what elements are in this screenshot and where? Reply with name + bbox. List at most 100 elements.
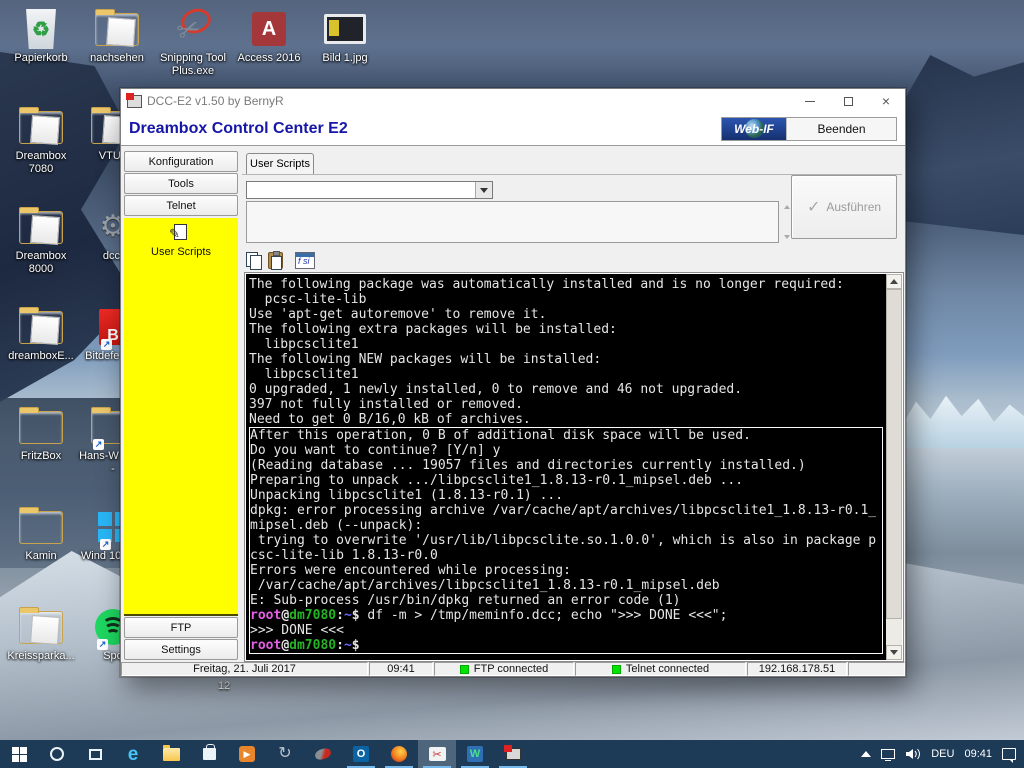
wallpaper-mountain-right: [899, 55, 1024, 235]
status-time: 09:41: [369, 662, 433, 676]
firefox-icon[interactable]: [380, 740, 418, 768]
winscp-icon: W: [467, 746, 483, 762]
cortana-button[interactable]: [38, 740, 76, 768]
copy-icon[interactable]: [246, 252, 262, 268]
terminal-line: mipsel.deb (--unpack):: [250, 518, 882, 533]
task-view-button: [89, 749, 102, 760]
terminal-selection-box: After this operation, 0 B of additional …: [249, 427, 883, 654]
scroll-down-icon[interactable]: [886, 645, 902, 660]
script-icon: ✎: [171, 224, 191, 244]
winscp-icon[interactable]: W: [456, 740, 494, 768]
folder-icon: [19, 604, 63, 650]
terminal-line: trying to overwrite '/usr/lib/libpcsclit…: [250, 533, 882, 548]
script-preview-area[interactable]: [246, 201, 779, 243]
volume-icon[interactable]: [905, 748, 921, 760]
scissors-icon: ✂: [173, 6, 213, 52]
store-icon[interactable]: [190, 740, 228, 768]
desktop-icon-kamin[interactable]: Kamin: [4, 504, 78, 604]
folder-plain-icon: [19, 504, 63, 550]
chevron-down-icon: [480, 188, 488, 193]
desktop-icon-label: FritzBox: [21, 450, 61, 463]
status-ip: 192.168.178.51: [747, 662, 847, 676]
desktop-icon-label: Kamin: [25, 550, 56, 563]
edge-icon[interactable]: e: [114, 740, 152, 768]
refresh-app-icon[interactable]: ↻: [266, 740, 304, 768]
desktop-icon-kreissparka-[interactable]: Kreissparka...: [4, 604, 78, 704]
desktop-icon-papierkorb[interactable]: ♻Papierkorb: [4, 6, 78, 90]
terminal-line: 0 upgraded, 1 newly installed, 0 to remo…: [249, 382, 886, 397]
desktop: ♻Papierkorbnachsehen✂Snipping Tool Plus.…: [0, 0, 1024, 768]
sidebar-button-ftp[interactable]: FTP: [124, 617, 238, 638]
snipping-tool-icon[interactable]: ✂: [418, 740, 456, 768]
terminal-line: Unpacking libpcsclite1 (1.8.13-r0.1) ...: [250, 488, 882, 503]
window-titlebar[interactable]: DCC-E2 v1.50 by BernyR ×: [121, 89, 905, 113]
dropdown-button[interactable]: [475, 182, 492, 198]
store-icon: [203, 748, 216, 760]
language-indicator[interactable]: DEU: [931, 748, 954, 760]
desktop-icon-label: Dreambox 8000: [5, 250, 77, 276]
desktop-icon-label: Access 2016: [238, 52, 301, 65]
beenden-button[interactable]: Beenden: [786, 118, 896, 140]
terminal-text-block: The following package was automatically …: [249, 277, 886, 427]
sidebar-item-user-scripts[interactable]: ✎ User Scripts: [124, 218, 238, 616]
chevron-down-icon: [784, 235, 790, 239]
media-player-icon[interactable]: ▶: [228, 740, 266, 768]
terminal-line: libpcsclite1: [249, 367, 886, 382]
tab-user-scripts[interactable]: User Scripts: [246, 153, 314, 174]
desktop-icon-nachsehen[interactable]: nachsehen: [80, 6, 154, 90]
desktop-icon-dreambox-8000[interactable]: Dreambox 8000: [4, 204, 78, 304]
scrollbar-thumb[interactable]: [886, 289, 902, 619]
file-explorer-icon[interactable]: [152, 740, 190, 768]
outlook-icon[interactable]: O: [342, 740, 380, 768]
desktop-icon-fritzbox[interactable]: FritzBox: [4, 404, 78, 504]
red-media-app-icon[interactable]: [304, 740, 342, 768]
terminal-line: >>> DONE <<<: [250, 623, 882, 638]
desktop-icon-dreambox-7080[interactable]: Dreambox 7080: [4, 104, 78, 204]
status-filler: [848, 662, 905, 676]
terminal-line: csc-lite-lib 1.8.13-r0.0: [250, 548, 882, 563]
script-insert-icon[interactable]: [295, 252, 315, 269]
close-button[interactable]: ×: [867, 89, 905, 113]
clock[interactable]: 09:41: [964, 748, 992, 760]
terminal-line: Errors were encountered while processing…: [250, 563, 882, 578]
desktop-icon-bild-1-jpg[interactable]: Bild 1.jpg: [308, 6, 382, 90]
desktop-icon-snipping-tool-plus-exe[interactable]: ✂Snipping Tool Plus.exe: [156, 6, 230, 90]
start-button[interactable]: [0, 740, 38, 768]
terminal-line: dpkg: error processing archive /var/cach…: [250, 503, 882, 518]
shortcut-arrow-icon: ↗: [100, 539, 111, 550]
desktop-icons-top-row: ♻Papierkorbnachsehen✂Snipping Tool Plus.…: [4, 6, 382, 90]
action-center-icon[interactable]: [1002, 748, 1016, 760]
webif-button[interactable]: Web-IF: [722, 118, 786, 140]
terminal-scrollbar[interactable]: [886, 274, 902, 660]
sidebar-button-settings[interactable]: Settings: [124, 639, 238, 660]
sidebar-button-tools[interactable]: Tools: [124, 173, 238, 194]
wallpaper-iceberg-band: [904, 390, 1024, 448]
script-select-dropdown[interactable]: [246, 181, 493, 199]
desktop-icon-dreamboxe-[interactable]: dreamboxE...: [4, 304, 78, 404]
terminal-line: pcsc-lite-lib: [249, 292, 886, 307]
minimize-button[interactable]: [791, 89, 829, 113]
sidebar-button-telnet[interactable]: Telnet: [124, 195, 238, 216]
task-view-button[interactable]: [76, 740, 114, 768]
network-icon[interactable]: [881, 749, 895, 759]
status-telnet: Telnet connected: [575, 662, 746, 676]
app-header: Dreambox Control Center E2 Web-IF Beende…: [121, 113, 905, 146]
show-hidden-icons-chevron[interactable]: [861, 751, 871, 757]
terminal-output[interactable]: The following package was automatically …: [246, 274, 886, 660]
terminal-line: root@dm7080:~$: [250, 638, 882, 653]
ausfuehren-button[interactable]: ✓ Ausführen: [791, 175, 897, 239]
terminal-line: /var/cache/apt/archives/libpcsclite1_1.8…: [250, 578, 882, 593]
scroll-up-icon[interactable]: [886, 274, 902, 289]
system-tray: DEU 09:41: [861, 740, 1024, 768]
desktop-icon-access-2016[interactable]: AAccess 2016: [232, 6, 306, 90]
dcc-app-icon[interactable]: [494, 740, 532, 768]
terminal-line: Need to get 0 B/16,0 kB of archives.: [249, 412, 886, 427]
app-icon: [127, 95, 142, 108]
desktop-icon-label: dreamboxE...: [8, 350, 73, 363]
maximize-button[interactable]: [829, 89, 867, 113]
app-title: Dreambox Control Center E2: [129, 120, 348, 138]
sidebar-button-konfiguration[interactable]: Konfiguration: [124, 151, 238, 172]
terminal-line: Use 'apt-get autoremove' to remove it.: [249, 307, 886, 322]
desktop-icon-label: Kreissparka...: [7, 650, 74, 663]
paste-icon[interactable]: [268, 252, 283, 269]
